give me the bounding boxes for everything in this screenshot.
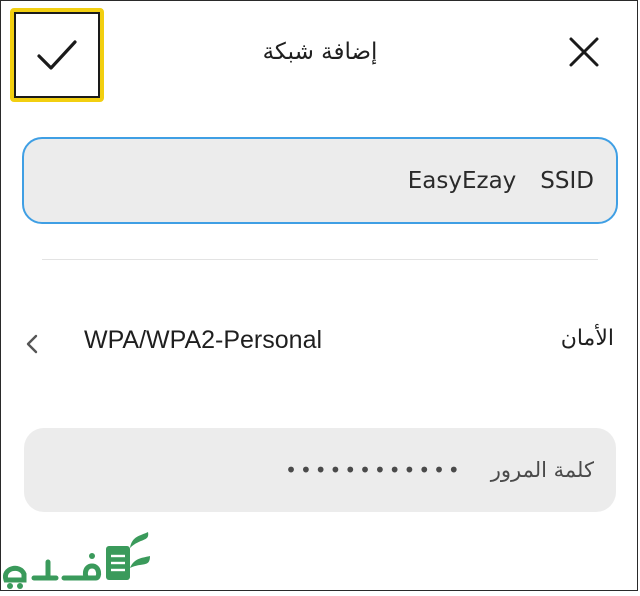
divider — [42, 259, 598, 260]
logo-icon — [2, 532, 150, 589]
ssid-label: SSID — [540, 167, 594, 194]
check-icon — [37, 40, 77, 70]
close-icon — [569, 37, 599, 67]
security-label: الأمان — [560, 326, 614, 351]
security-selector[interactable]: الأمان WPA/WPA2-Personal — [0, 318, 640, 370]
password-label: كلمة المرور — [490, 458, 594, 482]
page-title: إضافة شبكة — [262, 39, 378, 65]
confirm-button[interactable] — [10, 8, 104, 102]
security-value: WPA/WPA2-Personal — [84, 326, 323, 354]
watermark-logo — [0, 528, 160, 592]
close-button[interactable] — [562, 30, 606, 74]
password-field[interactable]: كلمة المرور •••••••••••• — [24, 428, 616, 512]
chevron-left-icon — [26, 334, 38, 354]
password-input[interactable]: •••••••••••• — [285, 458, 463, 482]
header-bar: إضافة شبكة — [0, 0, 640, 108]
ssid-field[interactable]: SSID EasyEzay — [22, 137, 618, 224]
ssid-input[interactable]: EasyEzay — [408, 168, 517, 194]
